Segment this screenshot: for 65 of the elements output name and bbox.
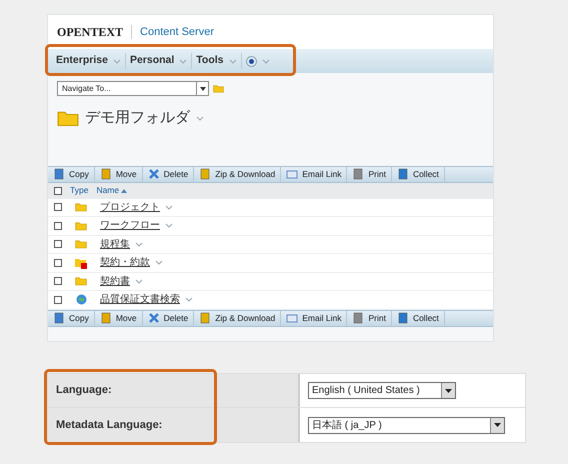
locked-folder-icon [74,256,88,269]
toolbar-button[interactable]: Email Link [281,310,348,326]
checkbox[interactable] [54,222,62,230]
caret-icon [185,297,193,302]
toolbar-button[interactable]: Delete [142,310,194,326]
sort-arrow-icon [121,188,128,192]
item-link[interactable]: 規程集 [100,236,130,252]
checkbox[interactable] [54,296,62,304]
item-link[interactable]: 契約書 [100,274,130,289]
folder-icon [75,276,87,286]
folder-icon [75,239,87,250]
caret-icon [179,58,188,64]
toolbar-button[interactable]: Zip & Download [194,310,282,326]
checkbox[interactable] [54,240,62,248]
toolbar-button[interactable]: Collect [392,166,445,182]
folder-title: デモ用フォルダ [85,108,190,128]
nav-menu[interactable]: Enterprise [52,53,126,69]
toolbar-button[interactable]: Email Link [281,166,348,182]
checkbox[interactable] [54,186,62,194]
column-header[interactable]: Type [70,184,88,197]
toolbar-button[interactable]: Print [347,166,392,182]
folder-icon [75,220,87,231]
dropdown-arrow-icon [200,86,206,90]
toolbar-button[interactable]: Copy [48,166,95,182]
checkbox[interactable] [54,258,62,267]
navigate-dropdown[interactable]: Navigate To... [57,81,209,96]
caret-icon [165,223,173,228]
item-link[interactable]: プロジェクト [100,200,160,215]
setting-label: Language: [48,374,300,407]
language-dropdown[interactable]: English ( United States ) [308,382,456,399]
checkbox[interactable] [54,277,62,286]
folder-icon [75,202,87,212]
item-link[interactable]: 契約・約款 [100,255,150,270]
delete-icon [148,312,160,324]
folder-icon [57,109,79,128]
caret-icon [135,242,143,247]
toolbar-button[interactable]: Copy [48,310,95,326]
caret-icon [196,116,204,121]
dropdown-arrow-icon [494,423,501,427]
setting-label: Metadata Language: [48,408,300,442]
caret-icon [112,58,121,64]
folder-icon [213,84,224,93]
nav-menu[interactable]: Tools [192,53,242,69]
caret-icon [262,58,270,64]
caret-icon [228,58,237,64]
logo: OPENTEXT [57,24,124,41]
product-name: Content Server [140,24,214,40]
toolbar-button[interactable]: Delete [142,166,194,182]
globe-icon [76,294,86,306]
dropdown-arrow-icon [445,388,452,392]
toolbar-button[interactable]: Print [347,310,392,326]
nav-menu[interactable]: Personal [126,53,192,69]
column-header[interactable]: Name [96,184,128,197]
item-link[interactable]: 品質保証文書検索 [100,292,180,308]
toolbar-button[interactable]: Move [94,310,143,326]
toolbar-button[interactable]: Collect [392,310,445,326]
checkbox[interactable] [54,203,62,212]
caret-icon [155,260,163,266]
caret-icon [165,204,173,210]
language-dropdown[interactable]: 日本語 ( ja_JP ) [308,416,505,434]
caret-icon [135,278,143,284]
toolbar-button[interactable]: Move [94,166,143,182]
delete-icon [148,168,160,180]
toolbar-button[interactable]: Zip & Download [194,166,282,182]
item-link[interactable]: ワークフロー [100,218,160,234]
